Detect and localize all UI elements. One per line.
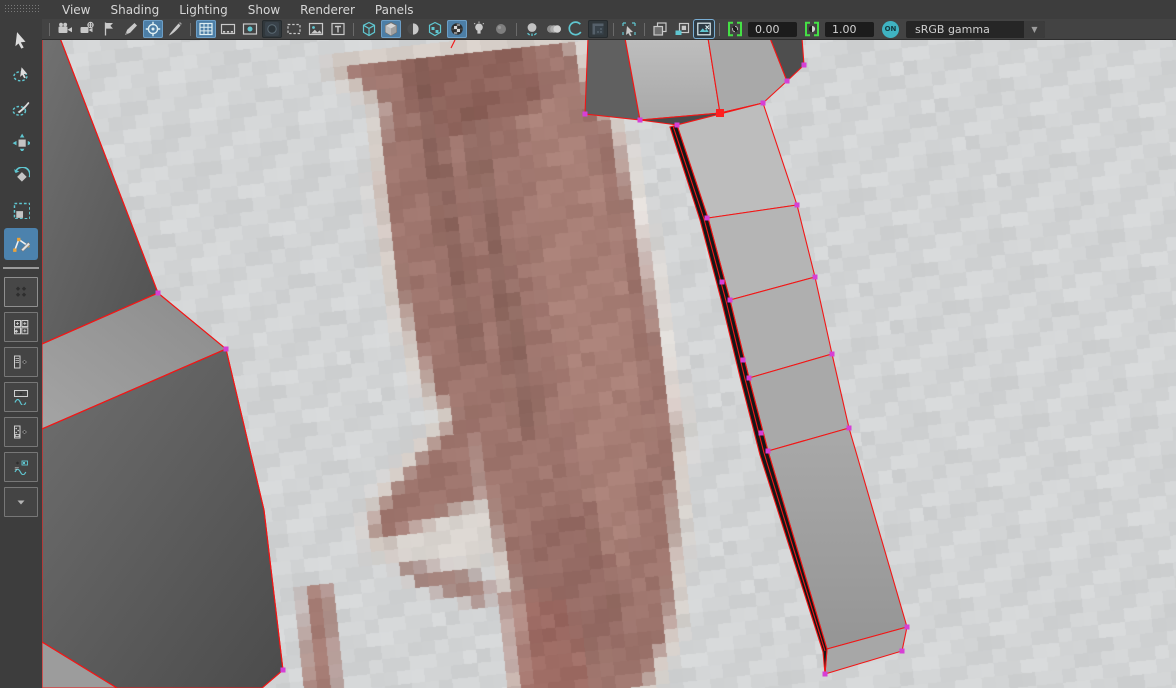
mesh-vertex[interactable]	[794, 202, 800, 208]
mesh-vertex[interactable]	[904, 624, 910, 630]
layout-persp-graph-outliner[interactable]	[4, 452, 38, 482]
gamma-dropdown-arrow-icon[interactable]: ▼	[1024, 20, 1045, 38]
gamma-dropdown[interactable]: sRGB gamma ▼	[906, 20, 1045, 38]
current-tool-quad-draw[interactable]	[4, 228, 38, 260]
maya-window: { "menu_bar": { "menus": ["View","Shadin…	[0, 0, 1176, 688]
rotate-tool[interactable]	[4, 160, 38, 192]
shaded-display-icon[interactable]	[381, 20, 401, 38]
mesh-vertex[interactable]	[704, 215, 710, 221]
camera-select-icon[interactable]	[55, 20, 75, 38]
anti-alias-icon[interactable]	[566, 20, 586, 38]
bookmark-icon[interactable]	[99, 20, 119, 38]
mesh-vertex[interactable]	[829, 351, 835, 357]
contrast-bracket-icon[interactable]	[802, 20, 822, 38]
field-chart-icon[interactable]	[262, 20, 282, 38]
mesh-vertex[interactable]	[582, 111, 588, 117]
layout-outliner-persp[interactable]	[4, 347, 38, 377]
mesh-vertex[interactable]	[765, 448, 771, 454]
toolbar-separator	[515, 22, 518, 36]
mesh-edge[interactable]	[450, 40, 456, 49]
mesh-vertex[interactable]	[637, 117, 643, 123]
mesh-vertex[interactable]	[223, 346, 229, 352]
shadows-icon[interactable]	[491, 20, 511, 38]
panel-menu-bar: View Shading Lighting Show Renderer Panels	[0, 0, 1176, 19]
tool-box-column	[0, 19, 42, 688]
exposure-field[interactable]: 0.00	[748, 21, 797, 37]
isolate-select-icon[interactable]	[619, 20, 639, 38]
mesh-vertex[interactable]	[758, 430, 764, 436]
mesh-face[interactable]	[624, 40, 721, 121]
gate-mask-icon[interactable]	[240, 20, 260, 38]
mesh-vertex[interactable]	[784, 78, 790, 84]
use-default-material-icon[interactable]	[447, 20, 467, 38]
frame-rate-icon[interactable]	[328, 20, 348, 38]
mesh-vertex[interactable]	[280, 667, 286, 673]
lasso-select-tool[interactable]	[4, 58, 38, 90]
layout-menu-dropdown[interactable]	[4, 487, 38, 517]
menu-view[interactable]: View	[52, 2, 100, 18]
panel-toolbar: 0.00 1.00 ON sRGB gamma ▼	[42, 19, 1176, 40]
layout-persp-graph[interactable]	[4, 382, 38, 412]
toolbar-separator	[612, 22, 615, 36]
depth-of-field-icon[interactable]	[588, 20, 608, 38]
mesh-overlay	[42, 40, 910, 688]
selected-vertex[interactable]	[716, 109, 724, 117]
motion-blur-icon[interactable]	[544, 20, 564, 38]
mesh-vertex[interactable]	[740, 357, 746, 363]
toolbar-separator	[48, 22, 51, 36]
mesh-vertex[interactable]	[727, 297, 733, 303]
textured-display-icon[interactable]	[425, 20, 445, 38]
scale-tool[interactable]	[4, 194, 38, 226]
mesh-vertex[interactable]	[746, 375, 752, 381]
move-tool[interactable]	[4, 126, 38, 158]
exposure-bracket-icon[interactable]	[725, 20, 745, 38]
contrast-field[interactable]: 1.00	[825, 21, 874, 37]
mesh-vertex[interactable]	[801, 62, 807, 68]
menu-renderer[interactable]: Renderer	[290, 2, 365, 18]
paint-select-tool[interactable]	[4, 92, 38, 124]
mesh-vertex[interactable]	[719, 279, 725, 285]
toolbar-separator	[352, 22, 355, 36]
toolbar-separator	[643, 22, 646, 36]
menu-show[interactable]: Show	[238, 2, 290, 18]
layout-persp-outliner-grid[interactable]	[4, 312, 38, 342]
image-plane-icon[interactable]	[650, 20, 670, 38]
mesh-face[interactable]	[42, 40, 159, 345]
mesh-vertex[interactable]	[899, 648, 905, 654]
gamma-label: sRGB gamma	[915, 22, 990, 36]
toolbar-separator	[718, 22, 721, 36]
menu-grip[interactable]	[4, 4, 40, 13]
layout-hypershade-persp[interactable]	[4, 417, 38, 447]
gamma-on-toggle[interactable]: ON	[882, 20, 899, 38]
mesh-vertex[interactable]	[846, 425, 852, 431]
brush-icon[interactable]	[165, 20, 185, 38]
lighting-icon[interactable]	[469, 20, 489, 38]
wireframe-icon[interactable]	[359, 20, 379, 38]
mesh-vertex[interactable]	[155, 290, 161, 296]
menu-lighting[interactable]: Lighting	[169, 2, 238, 18]
camera-attributes-icon[interactable]	[77, 20, 97, 38]
viewport[interactable]	[42, 40, 1176, 688]
safe-action-icon[interactable]	[284, 20, 304, 38]
layout-four-view[interactable]	[4, 277, 38, 307]
textured-view-icon[interactable]	[694, 20, 714, 38]
mesh-vertex[interactable]	[760, 100, 766, 106]
mesh-vertex[interactable]	[674, 122, 680, 128]
resolution-gate-icon[interactable]	[218, 20, 238, 38]
texture-placement-icon[interactable]	[672, 20, 692, 38]
menu-panels[interactable]: Panels	[365, 2, 424, 18]
mesh-vertex[interactable]	[812, 274, 818, 280]
occlusion-icon[interactable]	[522, 20, 542, 38]
tool-column-separator	[3, 267, 39, 269]
menu-items: View Shading Lighting Show Renderer Panels	[52, 2, 424, 18]
camera-tumble-icon[interactable]	[143, 20, 163, 38]
mesh-vertex[interactable]	[822, 671, 828, 677]
toolbar-separator	[189, 22, 192, 36]
menu-shading[interactable]: Shading	[100, 2, 169, 18]
safe-title-icon[interactable]	[306, 20, 326, 38]
film-gate-icon[interactable]	[196, 20, 216, 38]
select-tool[interactable]	[4, 24, 38, 56]
wireframe-on-shaded-icon[interactable]	[403, 20, 423, 38]
grease-pencil-icon[interactable]	[121, 20, 141, 38]
